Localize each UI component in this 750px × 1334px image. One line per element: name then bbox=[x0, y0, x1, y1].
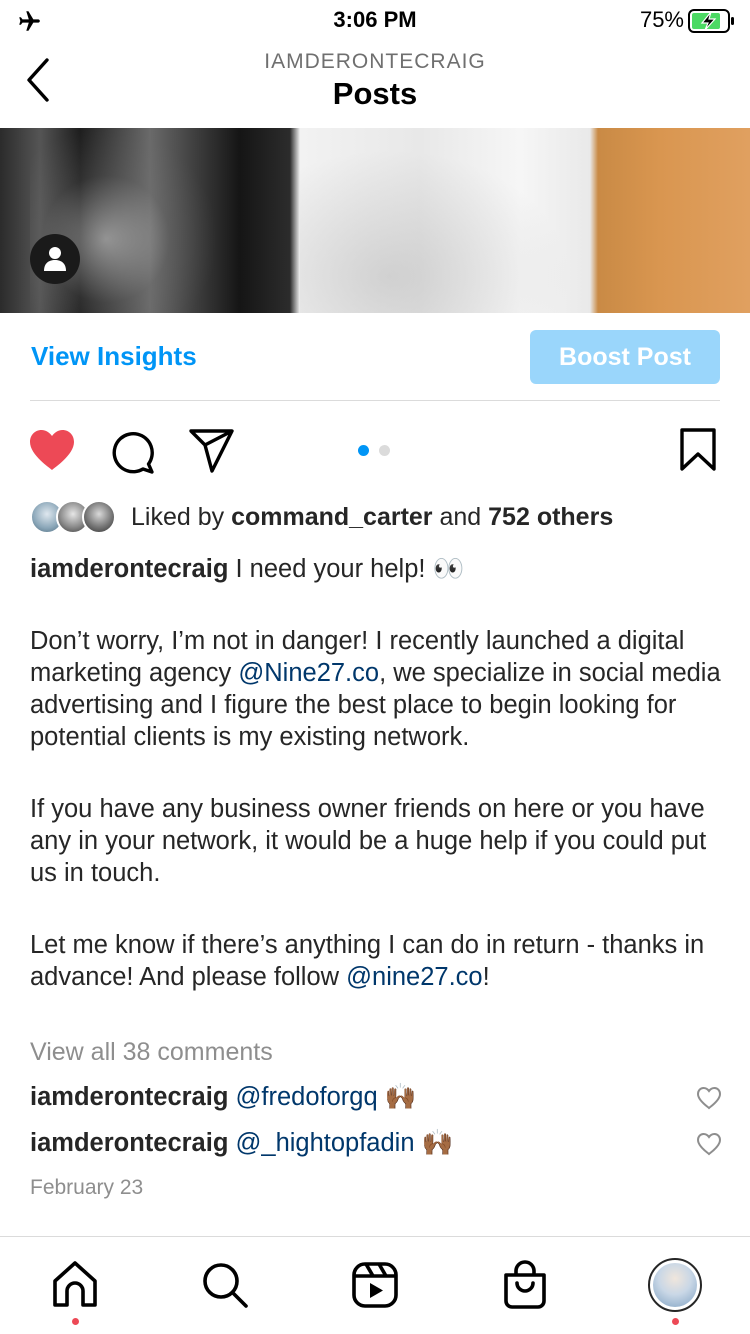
reels-icon[interactable] bbox=[347, 1257, 403, 1313]
image-texture bbox=[30, 128, 220, 313]
divider bbox=[30, 400, 720, 401]
comment-row: iamderontecraig @_hightopfadin 🙌🏾 bbox=[30, 1128, 730, 1164]
comment-author[interactable]: iamderontecraig bbox=[30, 1129, 228, 1157]
liked-by-and: and bbox=[432, 503, 489, 531]
shop-icon[interactable] bbox=[497, 1257, 553, 1313]
comment-author[interactable]: iamderontecraig bbox=[30, 1083, 228, 1111]
tagged-people-button[interactable] bbox=[30, 234, 80, 284]
post-caption: iamderontecraig I need your help! 👀 Don’… bbox=[30, 553, 730, 993]
comment-emoji: 🙌🏾 bbox=[384, 1083, 417, 1111]
likes-row[interactable]: Liked by command_carter and 752 others bbox=[30, 498, 730, 538]
carousel-dot-active bbox=[358, 445, 369, 456]
caption-mention[interactable]: @nine27.co bbox=[346, 963, 482, 991]
account-name: IAMDERONTECRAIG bbox=[264, 50, 486, 73]
home-notification-dot bbox=[72, 1318, 79, 1325]
boost-post-button[interactable]: Boost Post bbox=[530, 330, 720, 384]
bookmark-icon[interactable] bbox=[678, 428, 718, 472]
image-shade bbox=[300, 128, 600, 313]
status-time: 3:06 PM bbox=[333, 7, 417, 32]
header: IAMDERONTECRAIG Posts bbox=[0, 40, 750, 128]
avatar bbox=[653, 1263, 697, 1307]
heart-outline-icon[interactable] bbox=[696, 1086, 722, 1110]
profile-notification-dot bbox=[672, 1318, 679, 1325]
comment-row: iamderontecraig @fredoforgq 🙌🏾 bbox=[30, 1082, 730, 1118]
caption-text: If you have any business owner friends o… bbox=[30, 795, 707, 887]
post-actions bbox=[0, 420, 750, 480]
liker-avatars bbox=[30, 500, 122, 536]
battery-percent: 75% bbox=[639, 7, 684, 32]
comment-mention[interactable]: @fredoforgq bbox=[236, 1083, 378, 1111]
caption-text: ! bbox=[482, 963, 490, 991]
home-icon[interactable] bbox=[47, 1257, 103, 1313]
caption-line: I need your help! 👀 bbox=[228, 555, 465, 583]
carousel-dot bbox=[379, 445, 390, 456]
caption-mention[interactable]: @Nine27.co bbox=[238, 659, 379, 687]
heart-filled-icon[interactable] bbox=[28, 428, 76, 472]
page-title: Posts bbox=[332, 76, 418, 111]
comment-icon[interactable] bbox=[108, 428, 156, 476]
battery-charging-icon bbox=[688, 9, 734, 33]
caption-author[interactable]: iamderontecraig bbox=[30, 555, 228, 583]
view-insights-link[interactable]: View Insights bbox=[31, 341, 197, 372]
comment-mention[interactable]: @_hightopfadin bbox=[236, 1129, 415, 1157]
liked-by-label: Liked by bbox=[131, 503, 232, 531]
heart-outline-icon[interactable] bbox=[696, 1132, 722, 1156]
status-bar: 3:06 PM 75% bbox=[0, 0, 750, 40]
comment-emoji: 🙌🏾 bbox=[421, 1129, 454, 1157]
post-image[interactable] bbox=[0, 128, 750, 313]
liked-by-others[interactable]: 752 others bbox=[488, 503, 613, 531]
bottom-tab-bar bbox=[0, 1236, 750, 1334]
search-icon[interactable] bbox=[197, 1257, 253, 1313]
post-date: February 23 bbox=[30, 1176, 144, 1199]
avatar bbox=[82, 500, 116, 534]
liked-by-text: Liked by command_carter and 752 others bbox=[131, 503, 613, 532]
liked-by-user[interactable]: command_carter bbox=[231, 503, 432, 531]
carousel-indicator bbox=[358, 445, 394, 457]
insights-row: View Insights Boost Post bbox=[0, 313, 750, 401]
view-all-comments-link[interactable]: View all 38 comments bbox=[30, 1038, 273, 1067]
share-icon[interactable] bbox=[188, 428, 236, 474]
profile-avatar[interactable] bbox=[648, 1258, 702, 1312]
person-icon bbox=[44, 247, 66, 271]
